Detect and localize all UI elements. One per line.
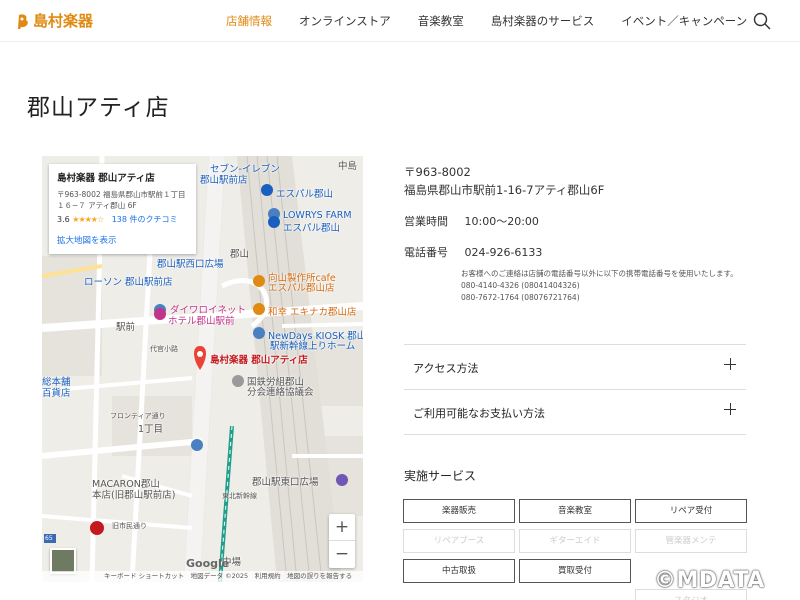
map-label-kokutetsu2: 分会連絡協議会: [247, 387, 314, 398]
rating-value: 3.6: [57, 215, 70, 224]
address-text: 福島県郡山市駅前1-16-7アティ郡山6F: [404, 183, 605, 197]
main-nav: 店舗情報 オンラインストア 音楽教室 島村楽器のサービス イベント／キャンペーン: [226, 13, 774, 29]
notice-text: お客様へのご連絡は店舗の電話番号以外に以下の携帯電話番号を使用いたします。: [461, 269, 738, 278]
map-card-rating: 3.6 ★★★★☆ 138 件のクチコミ: [57, 214, 188, 225]
plus-icon: [724, 358, 736, 370]
site-logo[interactable]: 島村楽器: [16, 10, 93, 31]
map-zoom-control: + −: [329, 514, 355, 568]
site-header: 島村楽器 店舗情報 オンラインストア 音楽教室 島村楽器のサービス イベント／キ…: [0, 0, 800, 42]
map-label-wafu: 和幸 エキナカ郡山店: [268, 307, 357, 318]
logo-icon: [18, 13, 28, 29]
postal-code: 〒963-8002: [404, 165, 471, 179]
map-label-lawson: ローソン 郡山駅前店: [84, 277, 173, 288]
map-label-seven2: 郡山駅前店: [200, 175, 248, 186]
mobile-number-1: 080-4140-4326 (08041404326): [461, 281, 580, 290]
accordion-payment-label: ご利用可能なお支払い方法: [413, 407, 545, 420]
nav-music-school[interactable]: 音楽教室: [418, 13, 464, 29]
divider: [404, 434, 746, 435]
service-buyback[interactable]: 買取受付: [519, 559, 631, 583]
phone-label: 電話番号: [404, 246, 448, 259]
map-label-espal: エスパル郡山: [276, 189, 334, 200]
map-label-hyakka: 百貨店: [42, 388, 71, 399]
accordion-access-label: アクセス方法: [413, 362, 479, 375]
map-label-newdays2: 駅新幹線上りホーム: [270, 341, 356, 352]
phone-row: 電話番号 024-926-6133: [404, 244, 542, 260]
watermark: ©MDATA: [654, 568, 765, 593]
map-label-front: フロンティア通り: [110, 412, 166, 420]
enlarge-map-link[interactable]: 拡大地図を表示: [57, 234, 117, 246]
map-label-ekimae: 駅前: [116, 322, 136, 333]
zoom-out-button[interactable]: −: [329, 541, 355, 568]
google-logo: Google: [186, 557, 230, 570]
map-label-higashiguchi: 郡山駅東口広場: [252, 477, 319, 488]
hours-label: 営業時間: [404, 215, 448, 228]
service-instrument-sales[interactable]: 楽器販売: [403, 499, 515, 523]
search-icon[interactable]: [753, 12, 771, 30]
services-title: 実施サービス: [404, 469, 477, 483]
logo-text: 島村楽器: [33, 12, 94, 30]
map-label-number: 65: [45, 535, 53, 542]
map-label-itchome: 1丁目: [138, 424, 164, 435]
map-card-address-2: １６−７ アティ郡山 6F: [57, 201, 137, 210]
map-label-lowrys2: エスパル郡山: [283, 223, 341, 234]
phone-value[interactable]: 024-926-6133: [465, 246, 543, 259]
store-address: 〒963-8002 福島県郡山市駅前1-16-7アティ郡山6F: [404, 163, 604, 199]
map-label-koriyama: 郡山: [230, 249, 250, 260]
page-title: 郡山アティ店: [27, 95, 170, 121]
mobile-number-2: 080-7672-1764 (08076721764): [461, 293, 580, 302]
map-label-macaron2: 本店(旧郡山駅前店): [92, 490, 176, 501]
nav-events[interactable]: イベント／キャンペーン: [621, 13, 747, 29]
nav-store-info[interactable]: 店舗情報: [226, 13, 272, 29]
map-card-name: 島村楽器 郡山アティ店: [57, 173, 155, 184]
map-label-dai: 代官小路: [150, 345, 178, 353]
service-guitar-aid: ギターエイド: [519, 529, 631, 553]
service-repair-booth: リペアブース: [403, 529, 515, 553]
hours-value: 10:00～20:00: [464, 215, 539, 228]
hours-row: 営業時間 10:00～20:00: [404, 213, 539, 229]
map-label-kyu: 旧市民通り: [112, 522, 147, 530]
rating-stars-icon: ★★★★☆: [72, 215, 104, 224]
service-wind-maintenance: 管楽器メンテ: [635, 529, 747, 553]
store-map[interactable]: セブン-イレブン 郡山駅前店 中島 エスパル郡山 LOWRYS FARM エスパ…: [42, 156, 363, 582]
map-label-shimamura: 島村楽器 郡山アティ店: [210, 355, 308, 366]
service-repair-reception[interactable]: リペア受付: [635, 499, 747, 523]
service-music-school[interactable]: 音楽教室: [519, 499, 631, 523]
nav-services[interactable]: 島村楽器のサービス: [491, 13, 595, 29]
map-label-nishiguchi: 郡山駅西口広場: [157, 259, 224, 270]
reviews-link[interactable]: 138 件のクチコミ: [112, 215, 178, 224]
map-card-address-1: 〒963-8002 福島県郡山市駅前１丁目: [57, 190, 186, 199]
plus-icon: [724, 403, 736, 415]
map-label-tohoku: 東北新幹線: [222, 492, 257, 500]
service-used[interactable]: 中古取扱: [403, 559, 515, 583]
accordion-access[interactable]: アクセス方法: [404, 344, 746, 389]
nav-online-store[interactable]: オンラインストア: [299, 13, 391, 29]
map-label-daiwa2: ホテル郡山駅前: [168, 316, 235, 327]
map-label-nakajima: 中島: [338, 161, 358, 172]
zoom-in-button[interactable]: +: [329, 514, 355, 541]
accordion-payment[interactable]: ご利用可能なお支払い方法: [404, 389, 746, 434]
map-footer[interactable]: キーボード ショートカット 地図データ ©2025 利用規約 地図の誤りを報告す…: [42, 571, 363, 582]
contact-notice: お客様へのご連絡は店舗の電話番号以外に以下の携帯電話番号を使用いたします。 08…: [461, 268, 761, 304]
map-label-mukaiyama2: エスパル郡山店: [268, 283, 335, 294]
